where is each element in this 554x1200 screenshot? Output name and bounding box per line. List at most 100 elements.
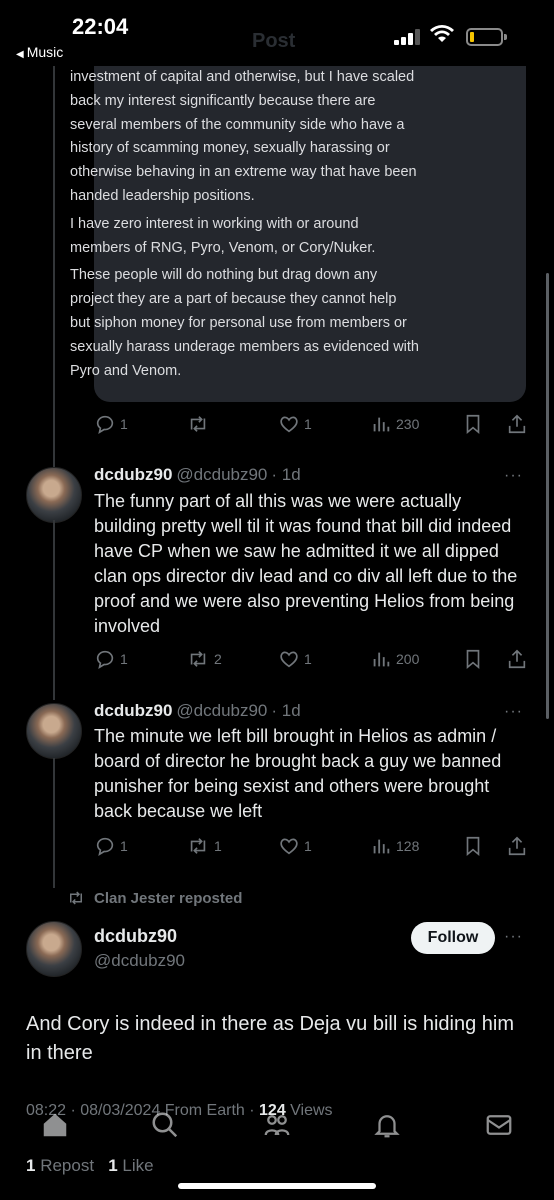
avatar[interactable] <box>26 921 82 977</box>
bookmark-icon <box>466 649 480 670</box>
avatar[interactable] <box>26 703 82 759</box>
author-name[interactable]: dcdubz90 <box>94 465 172 484</box>
wifi-icon <box>430 25 454 42</box>
embedded-image-text: investment of capital and otherwise, but… <box>70 66 420 387</box>
like-button[interactable]: 1 <box>278 835 312 857</box>
repost-button[interactable]: 1 <box>186 835 222 857</box>
more-options-icon[interactable]: ··· <box>504 467 523 485</box>
communities-icon[interactable] <box>262 1110 292 1140</box>
share-icon <box>508 649 526 669</box>
status-bar: 22:04 ◀ Music Post <box>0 0 554 66</box>
follow-button[interactable]: Follow <box>411 922 495 954</box>
back-label: Music <box>26 44 64 60</box>
like-button[interactable]: 1 <box>278 648 312 670</box>
like-count: 1 <box>304 416 312 432</box>
share-button[interactable] <box>506 835 528 857</box>
bookmark-icon <box>466 414 480 435</box>
avatar[interactable] <box>26 467 82 523</box>
reply-button[interactable]: 1 <box>94 413 128 435</box>
reply-button[interactable]: 1 <box>94 835 128 857</box>
share-button[interactable] <box>506 648 528 670</box>
image-paragraph: These people will do nothing but drag do… <box>70 267 419 379</box>
bookmark-button[interactable] <box>462 413 484 435</box>
image-paragraph: investment of capital and otherwise, but… <box>70 69 417 204</box>
like-label: Like <box>117 1156 154 1175</box>
views-icon <box>373 652 390 667</box>
thread-line <box>53 520 55 700</box>
image-paragraph: I have zero interest in working with or … <box>70 215 376 256</box>
author-name[interactable]: dcdubz90 <box>94 701 172 720</box>
reply-count: 1 <box>120 651 128 667</box>
like-count[interactable]: 1 <box>108 1156 117 1175</box>
views-icon <box>373 839 390 854</box>
like-icon <box>280 651 298 668</box>
views-count: 230 <box>396 416 420 432</box>
post-time: · 1d <box>271 701 301 720</box>
post-stats: 1 Repost 1 Like <box>26 1156 154 1176</box>
more-options-icon[interactable]: ··· <box>504 928 523 946</box>
repost-count: 1 <box>214 838 222 854</box>
reposted-indicator[interactable]: Clan Jester reposted <box>66 889 242 907</box>
home-indicator[interactable] <box>178 1183 376 1189</box>
more-options-icon[interactable]: ··· <box>504 703 523 721</box>
post-header: dcdubz90 @dcdubz90 · 1d <box>94 465 301 485</box>
author-handle[interactable]: @dcdubz90 <box>176 701 267 720</box>
thread-line <box>53 66 55 476</box>
scrollbar[interactable] <box>546 273 549 719</box>
repost-icon <box>190 651 206 667</box>
views-button[interactable]: 230 <box>370 413 419 435</box>
post-actions: 1 2 1 200 <box>94 645 534 673</box>
views-count: 128 <box>396 838 420 854</box>
share-button[interactable] <box>506 413 528 435</box>
reply-button[interactable]: 1 <box>94 648 128 670</box>
views-icon <box>373 417 390 432</box>
thread-line <box>53 758 55 888</box>
post-header: dcdubz90 @dcdubz90 · 1d <box>94 701 301 721</box>
repost-icon <box>70 891 82 905</box>
views-button[interactable]: 200 <box>370 648 419 670</box>
post-actions: 1 1 1 128 <box>94 832 534 860</box>
back-arrow-icon: ◀ <box>16 49 24 60</box>
reply-count: 1 <box>120 838 128 854</box>
post-time: · 1d <box>271 465 301 484</box>
reply-icon <box>96 650 114 669</box>
author-name[interactable]: dcdubz90 <box>94 926 177 947</box>
views-button[interactable]: 128 <box>370 835 419 857</box>
signal-icon <box>394 29 422 45</box>
author-handle[interactable]: @dcdubz90 <box>94 951 185 971</box>
repost-button[interactable]: 2 <box>186 648 222 670</box>
bookmark-button[interactable] <box>462 648 484 670</box>
repost-button[interactable] <box>186 413 214 435</box>
post-text: The funny part of all this was we were a… <box>94 491 518 636</box>
share-icon <box>508 414 526 434</box>
repost-count: 2 <box>214 651 222 667</box>
views-count: 200 <box>396 651 420 667</box>
bottom-tab-bar <box>0 1100 554 1150</box>
bookmark-icon <box>466 836 480 857</box>
page-title: Post <box>252 30 296 52</box>
search-icon[interactable] <box>150 1110 180 1140</box>
back-to-music-link[interactable]: ◀ Music <box>16 44 63 60</box>
post-text: The minute we left bill brought in Helio… <box>94 726 502 821</box>
battery-icon <box>466 28 507 46</box>
like-count: 1 <box>304 651 312 667</box>
like-count: 1 <box>304 838 312 854</box>
reply-count: 1 <box>120 416 128 432</box>
repost-label: Repost <box>35 1156 95 1175</box>
post-actions: 1 1 230 <box>94 410 534 438</box>
like-icon <box>280 838 298 855</box>
author-handle[interactable]: @dcdubz90 <box>176 465 267 484</box>
reposted-by-label: Clan Jester reposted <box>94 889 243 907</box>
share-icon <box>508 836 526 856</box>
like-button[interactable]: 1 <box>278 413 312 435</box>
notifications-icon[interactable] <box>372 1110 402 1140</box>
reply-icon <box>96 837 114 856</box>
repost-icon <box>190 416 206 432</box>
repost-icon <box>190 838 206 854</box>
like-icon <box>280 416 298 433</box>
bookmark-button[interactable] <box>462 835 484 857</box>
home-icon[interactable] <box>40 1110 70 1140</box>
main-post-text: And Cory is indeed in there as Deja vu b… <box>26 1013 515 1064</box>
messages-icon[interactable] <box>484 1110 514 1140</box>
reply-icon <box>96 415 114 434</box>
